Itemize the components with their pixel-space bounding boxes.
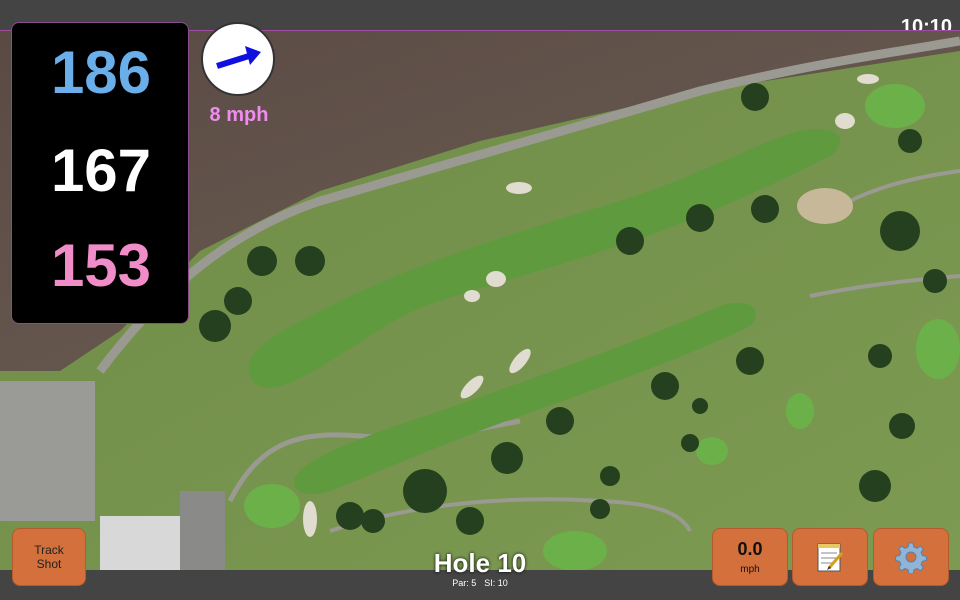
back-yardage: 186 xyxy=(50,39,152,106)
speed-unit: mph xyxy=(740,564,760,575)
hole-info: Par: 5 SI: 10 xyxy=(380,578,580,588)
front-yardage: 153 xyxy=(50,232,152,299)
hole-title: Hole 10 xyxy=(433,548,527,578)
speed-value: 0.0 xyxy=(737,539,763,559)
track-shot-label-line2: Shot xyxy=(36,557,62,571)
par-label: Par: 5 xyxy=(452,578,477,588)
notes-button[interactable] xyxy=(792,528,868,586)
wind-direction-dial xyxy=(201,22,275,96)
golf-gps-app: 10:10 186 167 153 8 mph Track Shot Hole … xyxy=(0,0,960,600)
track-shot-label-line1: Track xyxy=(34,543,64,557)
yardage-panel: 186 167 153 xyxy=(11,22,189,324)
middle-yardage: 167 xyxy=(50,137,152,204)
track-shot-button[interactable]: Track Shot xyxy=(12,528,86,586)
gear-icon xyxy=(895,542,927,573)
arrow-northeast-icon xyxy=(216,46,261,69)
settings-button[interactable] xyxy=(873,528,949,586)
wind-speed-label: 8 mph xyxy=(209,104,269,126)
notepad-icon xyxy=(817,543,844,572)
speed-button[interactable]: 0.0 mph xyxy=(712,528,788,586)
si-label: SI: 10 xyxy=(484,578,508,588)
